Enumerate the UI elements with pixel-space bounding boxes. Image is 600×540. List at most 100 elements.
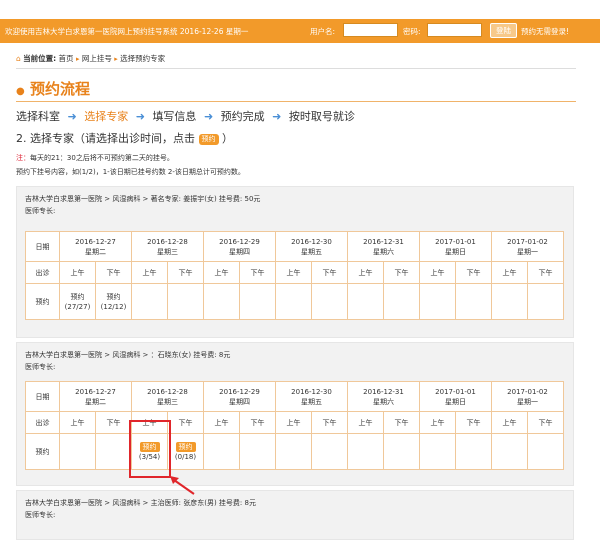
- date-text: 2017-01-01: [435, 237, 476, 246]
- session-pm: 下午: [311, 411, 348, 434]
- date-cell: 2016-12-28 星期三: [131, 231, 204, 262]
- note-cutoff: 注：每天的21：30之后将不可预约第二天的挂号。: [16, 153, 174, 163]
- session-pm: 下午: [527, 261, 564, 284]
- date-cell: 2017-01-01 星期日: [419, 381, 492, 412]
- date-cell: 2017-01-01 星期日: [419, 231, 492, 262]
- session-pm: 下午: [95, 411, 132, 434]
- date-cell: 2016-12-30 星期五: [275, 231, 348, 262]
- slot-count: (27/27): [64, 302, 91, 311]
- highlight-box: [129, 420, 171, 478]
- section-title-text: 预约流程: [29, 80, 90, 98]
- reserve-header: 预约: [25, 433, 60, 470]
- weekday-text: 星期日: [445, 397, 466, 406]
- reserve-button[interactable]: 预约: [175, 441, 196, 452]
- welcome-text: 欢迎使用吉林大学白求恩第一医院网上预约挂号系统 2016-12-26 星期一: [5, 27, 249, 36]
- step-heading: 2. 选择专家（请选择出诊时间，点击 预约 ）: [16, 130, 233, 146]
- date-cell: 2017-01-02 星期一: [491, 231, 564, 262]
- breadcrumb: ⌂ 当前位置: 首页 ▸ 网上挂号 ▸ 选择预约专家: [16, 53, 165, 64]
- date-text: 2016-12-30: [291, 237, 332, 246]
- session-pm: 下午: [239, 261, 276, 284]
- empty-slot: [527, 433, 564, 470]
- empty-slot: [275, 283, 312, 320]
- empty-slot: [419, 283, 456, 320]
- reserve-header: 预约: [25, 283, 60, 320]
- doctor-card: 吉林大学白求恩第一医院 > 风湿病科 > 著名专家: 姜振宇(女) 挂号费: 5…: [16, 186, 574, 338]
- password-input[interactable]: [427, 23, 482, 37]
- divider: [16, 68, 576, 69]
- arrow-right-icon: ➜: [135, 110, 145, 123]
- annotation-arrow-icon: [170, 476, 195, 495]
- reserve-slot[interactable]: 预约 (27/27): [59, 283, 96, 320]
- empty-slot: [203, 433, 240, 470]
- doctor-specialty: 医师专长:: [25, 207, 56, 215]
- date-cell: 2016-12-28 星期三: [131, 381, 204, 412]
- empty-slot: [311, 283, 348, 320]
- doctor-specialty: 医师专长:: [25, 511, 56, 519]
- schedule-table: 日期 2016-12-27 星期二 2016-12-28 星期三 2016-12-29 星期…: [25, 231, 564, 320]
- session-am: 上午: [131, 261, 168, 284]
- weekday-text: 星期三: [157, 247, 178, 256]
- date-text: 2017-01-02: [507, 387, 548, 396]
- breadcrumb-item-online[interactable]: 网上挂号: [82, 54, 112, 63]
- session-pm: 下午: [239, 411, 276, 434]
- date-text: 2016-12-31: [363, 237, 404, 246]
- session-header: 出诊: [25, 411, 60, 434]
- date-cell: 2016-12-31 星期六: [347, 381, 420, 412]
- note-text: 每天的21：30之后将不可预约第二天的挂号。: [30, 154, 174, 162]
- process-steps: 选择科室 ➜ 选择专家 ➜ 填写信息 ➜ 预约完成 ➜ 按时取号就诊: [16, 108, 355, 124]
- username-input[interactable]: [343, 23, 398, 37]
- reserve-button[interactable]: 预约: [107, 293, 121, 301]
- breadcrumb-item-current: 选择预约专家: [120, 54, 166, 63]
- session-am: 上午: [419, 411, 456, 434]
- login-button[interactable]: 登陆: [490, 23, 517, 38]
- weekday-text: 星期一: [517, 397, 538, 406]
- session-am: 上午: [203, 261, 240, 284]
- session-am: 上午: [419, 261, 456, 284]
- session-am: 上午: [275, 411, 312, 434]
- weekday-text: 星期一: [517, 247, 538, 256]
- empty-slot: [95, 433, 132, 470]
- weekday-text: 星期五: [301, 397, 322, 406]
- session-pm: 下午: [455, 261, 492, 284]
- username-label: 用户名:: [310, 27, 336, 36]
- weekday-text: 星期日: [445, 247, 466, 256]
- date-text: 2017-01-01: [435, 387, 476, 396]
- reserve-slot[interactable]: 预约 (0/18): [167, 433, 204, 470]
- session-pm: 下午: [167, 261, 204, 284]
- date-cell: 2016-12-31 星期六: [347, 231, 420, 262]
- reserve-button[interactable]: 预约: [71, 293, 85, 301]
- step-select-expert: 选择专家: [84, 110, 129, 123]
- breadcrumb-item-home[interactable]: 首页: [59, 54, 74, 63]
- step-visit: 按时取号就诊: [288, 110, 355, 123]
- step-heading-text: 2. 选择专家（请选择出诊时间，点击: [16, 132, 195, 145]
- session-am: 上午: [491, 261, 528, 284]
- date-cell: 2016-12-29 星期四: [203, 381, 276, 412]
- date-header: 日期: [25, 231, 60, 262]
- doctor-info: 吉林大学白求恩第一医院 > 风湿病科 > ：石晓东(女) 挂号费: 8元: [25, 351, 231, 359]
- no-login-needed-link[interactable]: 预约无需登录!: [521, 26, 569, 37]
- date-text: 2016-12-31: [363, 387, 404, 396]
- arrow-right-icon: ➜: [203, 110, 214, 123]
- date-text: 2016-12-29: [219, 387, 260, 396]
- arrow-right-icon: ➜: [67, 110, 77, 123]
- slot-count: (0/18): [174, 452, 197, 461]
- date-cell: 2016-12-30 星期五: [275, 381, 348, 412]
- empty-slot: [59, 433, 96, 470]
- step-heading-close: ）: [222, 132, 233, 145]
- reserve-slot[interactable]: 预约 (12/12): [95, 283, 132, 320]
- empty-slot: [383, 433, 420, 470]
- empty-slot: [455, 433, 492, 470]
- date-header: 日期: [25, 381, 60, 412]
- session-am: 上午: [347, 411, 384, 434]
- empty-slot: [383, 283, 420, 320]
- empty-slot: [239, 283, 276, 320]
- session-am: 上午: [275, 261, 312, 284]
- weekday-text: 星期四: [229, 247, 250, 256]
- note-format: 预约下挂号内容，如(1/2)，1-该日期已挂号约数 2-该日期总计可预约数。: [16, 168, 245, 176]
- breadcrumb-arrow-icon: ▸: [75, 55, 80, 63]
- date-text: 2016-12-27: [75, 237, 116, 246]
- doctor-card: 吉林大学白求恩第一医院 > 风湿病科 > ：石晓东(女) 挂号费: 8元 医师专…: [16, 342, 574, 486]
- note-prefix: 注：: [16, 154, 30, 162]
- section-underline: [16, 101, 576, 102]
- doctor-info: 吉林大学白求恩第一医院 > 风湿病科 > 著名专家: 姜振宇(女) 挂号费: 5…: [25, 195, 261, 203]
